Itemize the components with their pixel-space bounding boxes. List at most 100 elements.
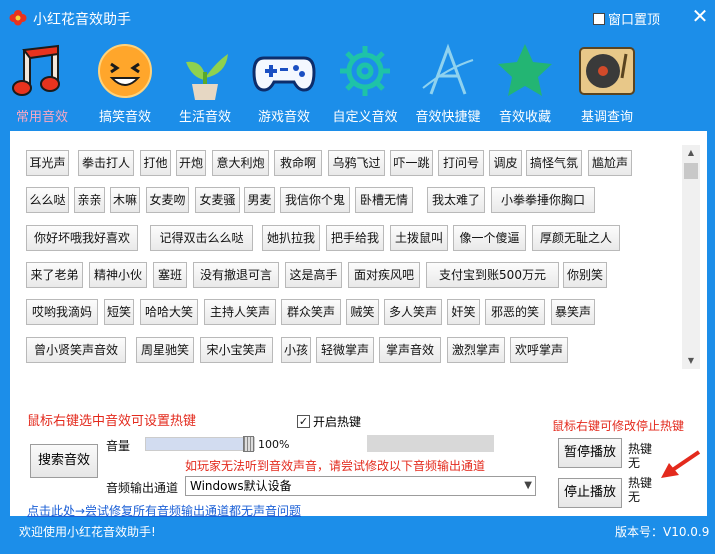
nav-label: 搞笑音效 <box>98 110 151 125</box>
sound-button[interactable]: 奸笑 <box>447 299 480 325</box>
sound-button[interactable]: 贼笑 <box>346 299 379 325</box>
nav-common-sounds[interactable]: 常用音效 <box>2 40 82 130</box>
enable-hotkey-checkbox[interactable]: ✓ 开启热键 <box>297 413 361 430</box>
chevron-down-icon[interactable]: ▼ <box>524 477 532 495</box>
sound-button[interactable]: 小拳拳捶你胸口 <box>491 187 595 213</box>
title-bar: 小红花音效助手 窗口置顶 ✕ <box>0 0 715 36</box>
sound-button[interactable]: 尴尬声 <box>588 150 632 176</box>
sound-button[interactable]: 周星驰笑 <box>136 337 194 363</box>
star-icon <box>498 44 552 96</box>
nav-label: 基调查询 <box>580 110 633 125</box>
sound-button[interactable]: 卧槽无情 <box>355 187 413 213</box>
sound-button[interactable]: 哎哟我滴妈 <box>26 299 98 325</box>
sound-button[interactable]: 你好坏哦我好喜欢 <box>26 225 138 251</box>
plant-icon <box>186 54 228 100</box>
scroll-thumb[interactable] <box>684 163 698 179</box>
sound-button[interactable]: 面对疾风吧 <box>348 262 420 288</box>
nav-custom-sounds[interactable]: 自定义音效 <box>325 40 405 130</box>
hotkey-value: 无 <box>628 490 641 504</box>
sound-button[interactable]: 我太难了 <box>427 187 485 213</box>
sound-button[interactable]: 女麦骚 <box>195 187 240 213</box>
sound-button[interactable]: 开炮 <box>176 150 206 176</box>
sound-button[interactable]: 主持人笑声 <box>204 299 276 325</box>
sound-button[interactable]: 暴笑声 <box>551 299 595 325</box>
pin-checkbox-box[interactable] <box>593 12 605 25</box>
sound-button[interactable]: 打他 <box>140 150 171 176</box>
sound-button[interactable]: 耳光声 <box>26 150 69 176</box>
sound-button[interactable]: 把手给我 <box>326 225 384 251</box>
nav-game-sounds[interactable]: 游戏音效 <box>244 40 324 130</box>
sound-button[interactable]: 群众笑声 <box>281 299 341 325</box>
sound-button[interactable]: 激烈掌声 <box>447 337 505 363</box>
pin-on-top-checkbox[interactable]: 窗口置顶 <box>593 9 660 28</box>
nav-sound-hotkeys[interactable]: 音效快捷键 <box>408 40 488 130</box>
stop-playback-button[interactable]: 停止播放 <box>558 478 622 508</box>
sound-button[interactable]: 她扒拉我 <box>262 225 320 251</box>
sound-button[interactable]: 木嘛 <box>110 187 140 213</box>
sound-list-scrollbar[interactable]: ▲ ▼ <box>682 145 700 369</box>
sound-button[interactable]: 亲亲 <box>74 187 105 213</box>
hint-modify-stop-hotkey: 鼠标右键可修改停止热键 <box>552 419 685 433</box>
sound-button[interactable]: 女麦吻 <box>146 187 189 213</box>
sound-button[interactable]: 意大利炮 <box>212 150 269 176</box>
sound-button[interactable]: 精神小伙 <box>89 262 147 288</box>
sound-button[interactable]: 来了老弟 <box>26 262 83 288</box>
sound-button[interactable]: 男麦 <box>244 187 275 213</box>
sound-button[interactable]: 你别笑 <box>563 262 607 288</box>
stop-hotkey-display: 热键 无 <box>628 476 652 504</box>
hotkey-label: 热键 <box>628 442 653 456</box>
checkbox-checked-icon[interactable]: ✓ <box>297 415 310 428</box>
sound-button[interactable]: 多人笑声 <box>384 299 442 325</box>
nav-life-sounds[interactable]: 生活音效 <box>165 40 245 130</box>
nav-sound-favorites[interactable]: 音效收藏 <box>485 40 565 130</box>
fix-audio-link[interactable]: 点击此处→尝试修复所有音频输出通道都无声音问题 <box>27 502 301 519</box>
sound-button[interactable]: 没有撤退可言 <box>193 262 279 288</box>
sound-button[interactable]: 欢呼掌声 <box>510 337 568 363</box>
close-button[interactable]: ✕ <box>688 3 712 29</box>
hint-set-hotkey: 鼠标右键选中音效可设置热键 <box>27 414 197 429</box>
volume-value: 100% <box>258 438 290 451</box>
nav-funny-sounds[interactable]: 搞笑音效 <box>85 40 165 130</box>
sound-button[interactable]: 轻微掌声 <box>316 337 374 363</box>
nav-label: 生活音效 <box>178 110 231 125</box>
laughing-face-icon <box>98 44 152 98</box>
output-channel-select[interactable]: Windows默认设备 ▼ <box>185 476 536 496</box>
sound-button[interactable]: 记得双击么么哒 <box>150 225 253 251</box>
sound-button[interactable]: 像一个傻逼 <box>453 225 526 251</box>
sound-button[interactable]: 土拨鼠叫 <box>390 225 448 251</box>
volume-slider[interactable] <box>145 436 255 452</box>
sound-button[interactable]: 搞怪气氛 <box>526 150 582 176</box>
sound-button[interactable]: 宋小宝笑声 <box>200 337 273 363</box>
hotkey-value: 无 <box>628 456 641 470</box>
sound-button[interactable]: 这是高手 <box>285 262 342 288</box>
pause-playback-button[interactable]: 暂停播放 <box>558 438 622 468</box>
pause-hotkey-display: 热键 无 <box>628 442 652 470</box>
nav-label: 音效收藏 <box>498 110 551 125</box>
sound-button[interactable]: 调皮 <box>489 150 522 176</box>
sound-button[interactable]: 塞班 <box>153 262 187 288</box>
scroll-down-arrow-icon[interactable]: ▼ <box>682 353 700 369</box>
sound-button[interactable]: 支付宝到账500万元 <box>426 262 559 288</box>
sound-button[interactable]: 哈哈大笑 <box>140 299 198 325</box>
sound-button[interactable]: 打问号 <box>438 150 484 176</box>
volume-knob[interactable] <box>243 436 254 452</box>
sound-button[interactable]: 拳击打人 <box>78 150 134 176</box>
sound-button[interactable]: 短笑 <box>104 299 134 325</box>
disabled-progress-bar <box>367 435 494 452</box>
nav-key-lookup[interactable]: 基调查询 <box>567 40 647 130</box>
sound-button[interactable]: 乌鸦飞过 <box>328 150 385 176</box>
sound-button[interactable]: 小孩 <box>281 337 311 363</box>
volume-fill <box>146 438 254 450</box>
sound-button[interactable]: 曾小贤笑声音效 <box>26 337 126 363</box>
music-note-icon <box>12 44 60 96</box>
search-sounds-button[interactable]: 搜索音效 <box>30 444 98 478</box>
sound-button[interactable]: 救命啊 <box>274 150 322 176</box>
output-channel-value: Windows默认设备 <box>190 479 292 493</box>
sound-button[interactable]: 厚颜无耻之人 <box>532 225 620 251</box>
sound-button[interactable]: 么么哒 <box>26 187 69 213</box>
sound-button[interactable]: 我信你个鬼 <box>280 187 350 213</box>
sound-button[interactable]: 掌声音效 <box>379 337 441 363</box>
sound-button[interactable]: 吓一跳 <box>390 150 433 176</box>
sound-button[interactable]: 邪恶的笑 <box>485 299 545 325</box>
scroll-up-arrow-icon[interactable]: ▲ <box>682 145 700 161</box>
